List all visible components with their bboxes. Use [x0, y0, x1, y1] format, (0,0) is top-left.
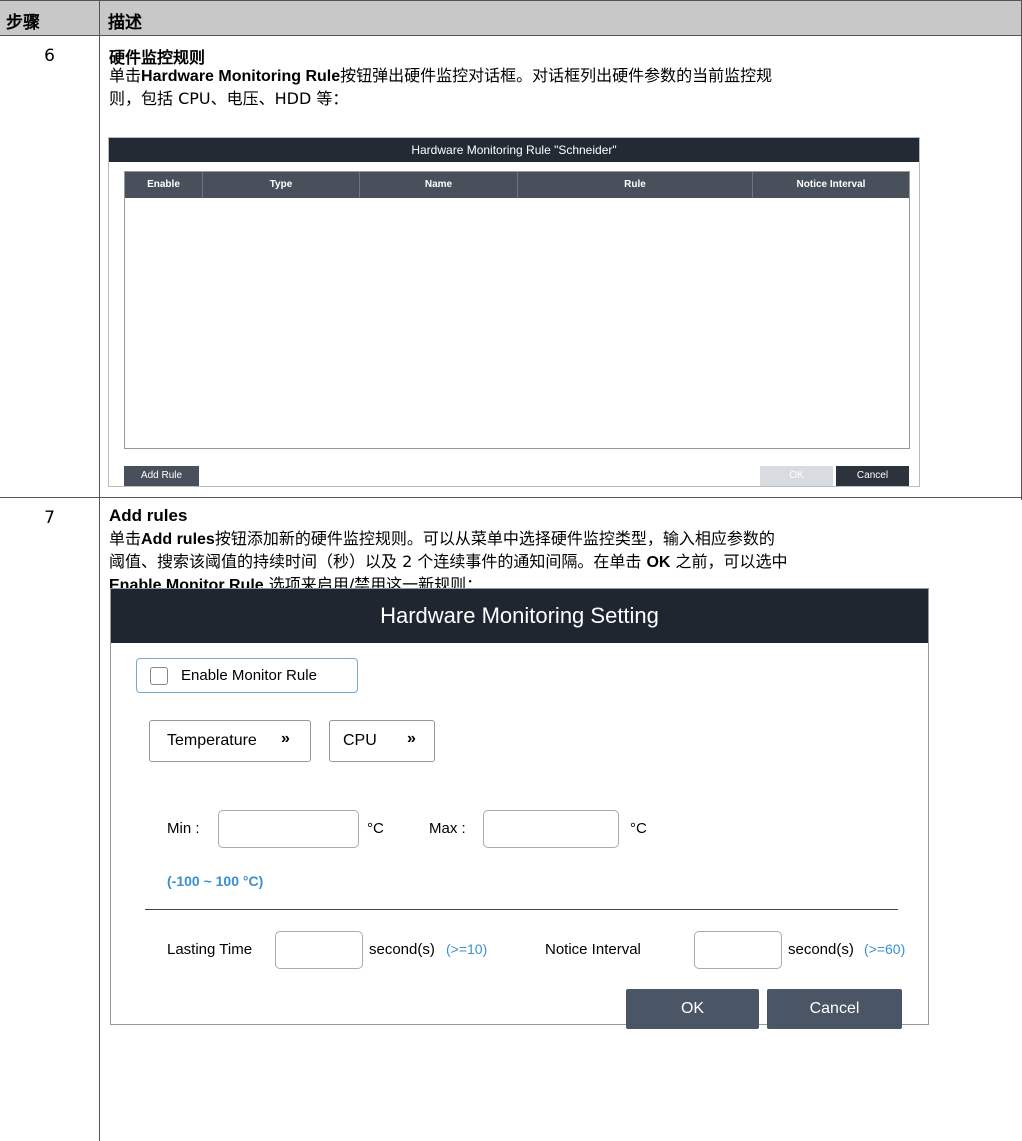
notice-interval-hint: (>=60) — [864, 941, 906, 957]
dialog2-title: Hardware Monitoring Setting — [111, 589, 928, 643]
lasting-time-input[interactable] — [275, 931, 363, 969]
step7-title: Add rules — [109, 506, 188, 525]
rule-grid: Enable Type Name Rule Notice Interval — [124, 171, 910, 449]
hardware-monitoring-setting-dialog: Hardware Monitoring Setting Enable Monit… — [110, 588, 929, 1029]
min-input[interactable] — [218, 810, 359, 848]
max-label: Max : — [429, 820, 466, 837]
dialog1-title: Hardware Monitoring Rule "Schneider" — [109, 138, 919, 162]
step7-line1: 单击Add rules按钮添加新的硬件监控规则。可以从菜单中选择硬件监控类型，输… — [109, 528, 775, 551]
step6-line1-pre: 单击 — [109, 66, 142, 85]
column-divider — [99, 0, 100, 1141]
monitor-type-select[interactable]: Temperature » — [149, 720, 311, 762]
rule-grid-header: Enable Type Name Rule Notice Interval — [125, 172, 909, 198]
cancel-button[interactable]: Cancel — [836, 466, 909, 486]
lasting-seconds-label: second(s) — [369, 941, 435, 958]
step7-line1-bold: Add rules — [141, 531, 215, 548]
step6-line1-bold: Hardware Monitoring Rule — [141, 68, 341, 85]
step-number-7: 7 — [44, 508, 55, 528]
header-description: 描述 — [108, 13, 142, 33]
column-notice-interval[interactable]: Notice Interval — [753, 172, 909, 198]
column-rule[interactable]: Rule — [518, 172, 753, 198]
cancel-button[interactable]: Cancel — [767, 989, 902, 1029]
notice-interval-input[interactable] — [694, 931, 782, 969]
ok-button[interactable]: OK — [760, 466, 833, 486]
table-header: 步骤 描述 — [0, 0, 1022, 36]
step7-line2-bold: OK — [646, 554, 671, 571]
min-unit: °C — [367, 820, 384, 837]
hardware-monitoring-rule-dialog: Hardware Monitoring Rule "Schneider" Ena… — [108, 137, 920, 487]
step7-line1-pre: 单击 — [109, 529, 142, 548]
chevron-down-icon: » — [407, 730, 416, 747]
step6-line1: 单击Hardware Monitoring Rule按钮弹出硬件监控对话框。对话… — [109, 65, 772, 88]
ok-button[interactable]: OK — [626, 989, 759, 1029]
range-hint: (-100 ~ 100 °C) — [167, 873, 264, 889]
monitor-target-value: CPU — [343, 732, 377, 749]
step-number-6: 6 — [44, 46, 55, 66]
step6-line2: 则，包括 CPU、电压、HDD 等： — [109, 89, 349, 108]
monitor-target-select[interactable]: CPU » — [329, 720, 435, 762]
section-divider — [145, 909, 898, 910]
step7-line2-post: 之前，可以选中 — [670, 552, 788, 571]
step6-line1-post: 按钮弹出硬件监控对话框。对话框列出硬件参数的当前监控规 — [340, 66, 773, 85]
chevron-down-icon: » — [281, 730, 290, 747]
enable-monitor-rule-option[interactable]: Enable Monitor Rule — [136, 658, 358, 693]
max-input[interactable] — [483, 810, 619, 848]
row-divider — [0, 497, 1022, 498]
enable-monitor-rule-label: Enable Monitor Rule — [181, 667, 317, 684]
step7-line2-text: 阈值、搜索该阈值的持续时间（秒）以及 2 个连续事件的通知间隔。在单击 — [109, 552, 647, 571]
header-step: 步骤 — [6, 13, 40, 33]
enable-monitor-rule-checkbox[interactable] — [150, 667, 168, 685]
lasting-time-hint: (>=10) — [446, 941, 488, 957]
step7-line2: 阈值、搜索该阈值的持续时间（秒）以及 2 个连续事件的通知间隔。在单击 OK 之… — [109, 551, 788, 574]
max-unit: °C — [630, 820, 647, 837]
document-table: 步骤 描述 6 硬件监控规则 单击Hardware Monitoring Rul… — [0, 0, 1022, 1141]
monitor-type-value: Temperature — [167, 732, 257, 749]
notice-seconds-label: second(s) — [788, 941, 854, 958]
lasting-time-label: Lasting Time — [167, 941, 253, 958]
column-name[interactable]: Name — [360, 172, 518, 198]
add-rule-button[interactable]: Add Rule — [124, 466, 199, 486]
step7-line1-post: 按钮添加新的硬件监控规则。可以从菜单中选择硬件监控类型，输入相应参数的 — [214, 529, 775, 548]
min-label: Min : — [167, 820, 200, 837]
column-type[interactable]: Type — [203, 172, 360, 198]
column-enable[interactable]: Enable — [125, 172, 203, 198]
notice-interval-label: Notice Interval — [545, 941, 641, 958]
